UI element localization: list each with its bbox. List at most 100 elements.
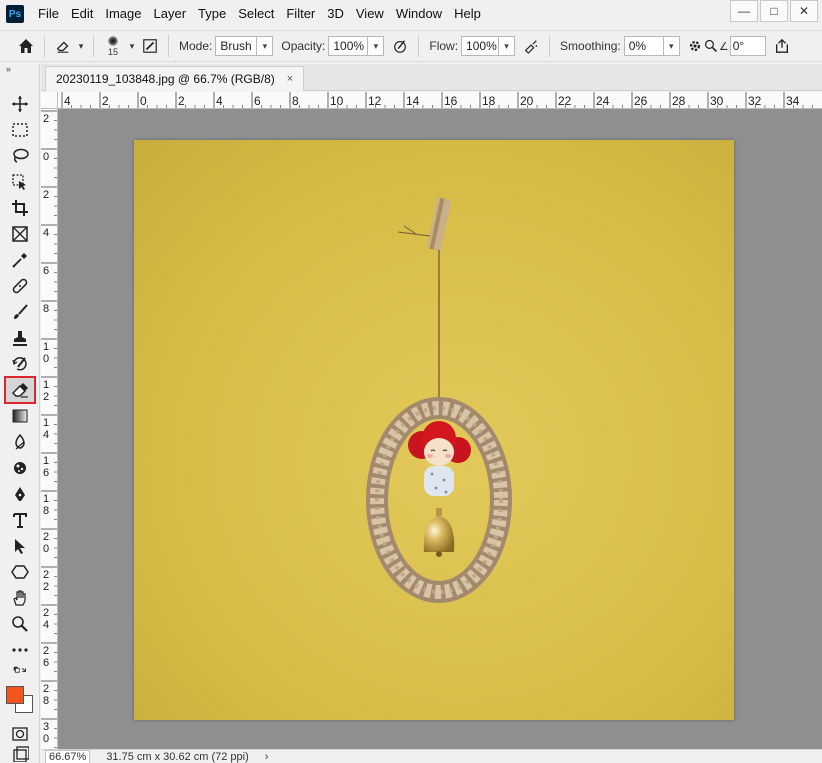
ruler-label: 26	[634, 94, 648, 108]
ruler-label: 18	[482, 94, 496, 108]
close-button[interactable]: ✕	[790, 0, 818, 22]
ruler-label: 4	[64, 94, 71, 108]
menu-image[interactable]: Image	[99, 0, 147, 28]
chevron-down-icon[interactable]: ▾	[75, 34, 87, 58]
ruler-label: 6	[254, 94, 261, 108]
eyedropper-icon[interactable]	[6, 248, 34, 272]
flow-input[interactable]: 100%	[461, 36, 500, 56]
share-icon[interactable]	[770, 34, 794, 58]
canvas-workspace[interactable]	[58, 109, 822, 749]
ruler-label: 10	[330, 94, 344, 108]
eraser-preset-icon[interactable]	[51, 34, 75, 58]
swap-colors-icon[interactable]	[6, 664, 34, 682]
ruler-label: 34	[786, 94, 800, 108]
collapse-toolbar-icon[interactable]: »	[6, 64, 11, 74]
document-canvas[interactable]	[134, 140, 734, 720]
document-tabs: 20230119_103848.jpg @ 66.7% (RGB/8) ×	[41, 64, 822, 91]
document-tab[interactable]: 20230119_103848.jpg @ 66.7% (RGB/8) ×	[45, 66, 305, 91]
angle-input[interactable]: 0°	[729, 36, 766, 56]
document-dimensions: 31.75 cm x 30.62 cm (72 ppi)	[106, 750, 249, 763]
menu-type[interactable]: Type	[192, 0, 232, 28]
quick-mask-icon[interactable]	[6, 722, 34, 746]
ruler-label: 22	[558, 94, 572, 108]
crop-icon[interactable]	[6, 196, 34, 220]
smoothing-label: Smoothing:	[560, 39, 621, 53]
frame-icon[interactable]	[6, 222, 34, 246]
ruler-label: 18	[43, 493, 50, 517]
close-icon[interactable]: ×	[287, 73, 293, 85]
status-menu-arrow[interactable]: ›	[265, 751, 269, 763]
photoshop-window: Ps File Edit Image Layer Type Select Fil…	[0, 0, 822, 763]
opacity-input[interactable]: 100%	[328, 36, 369, 56]
chevron-down-icon[interactable]: ▾	[499, 36, 516, 56]
pen-icon[interactable]	[6, 482, 34, 506]
menu-layer[interactable]: Layer	[148, 0, 193, 28]
window-controls: — □ ✕	[730, 0, 818, 22]
ruler-label: 2	[102, 94, 109, 108]
menu-file[interactable]: File	[32, 0, 65, 28]
eraser-icon[interactable]	[4, 376, 36, 404]
stamp-icon[interactable]	[6, 326, 34, 350]
path-select-icon[interactable]	[6, 534, 34, 558]
vertical-ruler[interactable]: 2 0 2 4 6 8 10 12 14 16 18 20 22 24 26 28 30	[41, 109, 58, 749]
chevron-down-icon[interactable]: ▾	[126, 34, 138, 58]
shape-icon[interactable]	[6, 560, 34, 584]
zoom-level-input[interactable]: 66.67%	[45, 749, 91, 763]
menu-edit[interactable]: Edit	[65, 0, 99, 28]
menu-view[interactable]: View	[350, 0, 390, 28]
ruler-label: 24	[43, 607, 50, 631]
gear-icon[interactable]	[686, 34, 704, 58]
brush-preset-picker[interactable]: 15	[100, 35, 126, 57]
move-icon[interactable]	[6, 92, 34, 116]
healing-icon[interactable]	[6, 274, 34, 298]
ruler-label: 28	[672, 94, 686, 108]
ruler-label: 4	[43, 227, 50, 239]
brush-settings-icon[interactable]	[138, 34, 162, 58]
menu-3d[interactable]: 3D	[321, 0, 350, 28]
menu-window[interactable]: Window	[390, 0, 448, 28]
type-icon[interactable]	[6, 508, 34, 532]
menu-bar: Ps File Edit Image Layer Type Select Fil…	[0, 0, 822, 28]
menu-filter[interactable]: Filter	[280, 0, 321, 28]
chevron-down-icon[interactable]: ▾	[663, 36, 680, 56]
history-brush-icon[interactable]	[6, 352, 34, 376]
search-icon[interactable]	[704, 34, 718, 58]
chevron-down-icon[interactable]: ▾	[257, 36, 274, 56]
menu-select[interactable]: Select	[232, 0, 280, 28]
ruler-label: 2	[178, 94, 185, 108]
airbrush-icon[interactable]	[519, 34, 543, 58]
horizontal-ruler[interactable]: 4 2 0 2 4 6 8 10 12 14 16 18 20 22 24 26 28 30 32 34	[58, 92, 822, 109]
divider	[44, 35, 45, 57]
app-logo: Ps	[6, 5, 24, 23]
options-bar: ▾ 15 ▾ Mode: Brush ▾ Opacity: 100% ▾ Flow:…	[0, 30, 822, 62]
minimize-button[interactable]: —	[730, 0, 758, 22]
more-tools-icon[interactable]	[6, 638, 34, 662]
brush-icon[interactable]	[6, 300, 34, 324]
chevron-down-icon[interactable]: ▾	[368, 36, 385, 56]
ruler-origin[interactable]	[41, 92, 58, 109]
zoom-icon[interactable]	[6, 612, 34, 636]
foreground-color-swatch[interactable]	[6, 686, 24, 704]
blur-icon[interactable]	[6, 430, 34, 454]
smoothing-input[interactable]: 0%	[623, 36, 664, 56]
pressure-opacity-icon[interactable]	[388, 34, 412, 58]
mode-select[interactable]: Brush	[215, 36, 258, 56]
hand-icon[interactable]	[6, 586, 34, 610]
object-select-icon[interactable]	[6, 170, 34, 194]
marquee-icon[interactable]	[6, 118, 34, 142]
gradient-icon[interactable]	[6, 404, 34, 428]
home-icon[interactable]	[14, 34, 38, 58]
maximize-button[interactable]: □	[760, 0, 788, 22]
menu-help[interactable]: Help	[448, 0, 487, 28]
divider	[549, 35, 551, 57]
ruler-label: 30	[710, 94, 724, 108]
angle-icon: ∠	[718, 40, 729, 53]
ruler-label: 24	[596, 94, 610, 108]
mode-label: Mode:	[179, 39, 213, 53]
brush-size-value: 15	[107, 46, 118, 57]
ruler-label: 10	[43, 341, 50, 365]
opacity-label: Opacity:	[281, 39, 326, 53]
screen-mode-icon[interactable]	[6, 746, 34, 762]
dodge-icon[interactable]	[6, 456, 34, 480]
lasso-icon[interactable]	[6, 144, 34, 168]
